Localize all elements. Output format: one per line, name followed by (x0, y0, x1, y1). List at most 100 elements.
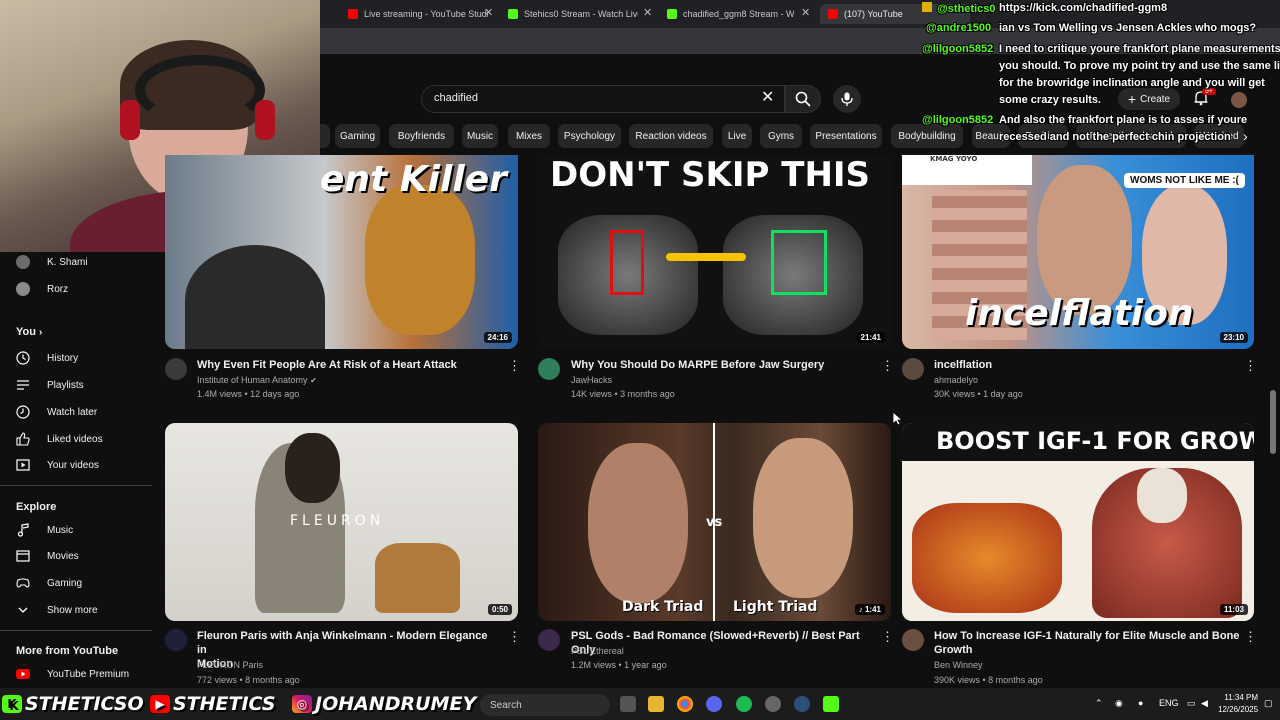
chip-label: Psychology (563, 130, 616, 142)
channel-avatar[interactable] (165, 629, 187, 651)
filter-chip[interactable]: Bodybuilding (891, 124, 963, 148)
video-title[interactable]: Why You Should Do MARPE Before Jaw Surge… (571, 358, 871, 372)
browser-tab[interactable]: chadified_ggm8 Stream - Watch (667, 4, 794, 24)
more-actions-icon[interactable]: ⋮ (508, 630, 521, 643)
filter-chip[interactable]: Reaction videos (629, 124, 713, 148)
notifications-icon[interactable]: ▢ (1264, 698, 1273, 709)
sidebar-subscription[interactable]: K. Shami (16, 252, 88, 272)
close-tab-icon[interactable]: ✕ (801, 6, 810, 19)
create-button[interactable]: + Create (1118, 88, 1180, 110)
video-thumbnail[interactable]: FLEURON 0:50 (165, 423, 518, 621)
file-explorer-icon[interactable] (648, 696, 664, 712)
close-tab-icon[interactable]: ✕ (643, 6, 652, 19)
taskbar-search[interactable]: Search (480, 694, 610, 716)
chevron-right-icon[interactable]: › (1243, 128, 1248, 144)
video-metadata: 772 views • 8 months ago (197, 675, 300, 685)
video-thumbnail[interactable]: ent Killer 24:16 (165, 155, 518, 349)
video-thumbnail[interactable]: KMAG YOYO WOMS NOT LIKE ME :( incelflati… (902, 155, 1254, 349)
sidebar-item-music[interactable]: Music (16, 520, 73, 540)
chat-badge-icon (922, 2, 932, 12)
sidebar-item-show-more[interactable]: Show more (16, 600, 98, 620)
brand-text: STHETICSO (25, 693, 144, 715)
sidebar-subscription[interactable]: Rorz (16, 279, 68, 299)
filter-chip[interactable]: Live (722, 124, 752, 148)
sidebar-you-heading[interactable]: You › (16, 326, 42, 338)
channel-avatar[interactable] (902, 629, 924, 651)
video-title[interactable]: Why Even Fit People Are At Risk of a Hea… (197, 358, 497, 372)
sidebar-item-movies[interactable]: Movies (16, 546, 79, 566)
filter-chip[interactable]: Mixes (508, 124, 550, 148)
tray-chevron-up-icon[interactable]: ⌃ (1095, 698, 1103, 709)
thumbnail-graphic (771, 230, 827, 295)
kick-icon (508, 9, 518, 19)
thumbnail-graphic (912, 503, 1062, 613)
chat-username: @lilgoon5852 (922, 43, 993, 55)
sidebar-item-gaming[interactable]: Gaming (16, 573, 82, 593)
filter-chip[interactable]: Boyfriends (389, 124, 454, 148)
channel-name[interactable]: JawHacks (571, 375, 612, 385)
sidebar-item-history[interactable]: History (16, 348, 78, 368)
plus-icon: + (1127, 91, 1137, 107)
task-view-icon[interactable] (620, 696, 636, 712)
video-title[interactable]: How To Increase IGF-1 Naturally for Elit… (934, 629, 1244, 657)
taskbar-clock[interactable]: 11:34 PM 12/26/2025 (1218, 692, 1258, 716)
app-icon[interactable] (794, 696, 810, 712)
chat-username-text: @andre1500 (926, 22, 992, 34)
filter-chip[interactable]: Presentations (810, 124, 882, 148)
tray-monitor-icon[interactable]: ▭ (1187, 698, 1196, 709)
filter-chip[interactable]: Gyms (760, 124, 802, 148)
more-actions-icon[interactable]: ⋮ (1244, 359, 1257, 372)
stream-brand-kick: K STHETICSO (2, 690, 144, 718)
video-thumbnail[interactable]: vs Dark Triad Light Triad ♪ 1:41 (538, 423, 891, 621)
chrome-icon[interactable] (677, 696, 693, 712)
channel-avatar[interactable] (538, 358, 560, 380)
thumbnail-caption: KMAG YOYO (930, 155, 978, 163)
chat-message-text: https://kick.com/chadified-ggm8 (999, 2, 1168, 14)
channel-avatar[interactable] (165, 358, 187, 380)
kick-app-icon[interactable] (823, 696, 839, 712)
channel-avatar[interactable] (902, 358, 924, 380)
channel-avatar[interactable] (538, 629, 560, 651)
tray-microphone-icon[interactable]: ● (1138, 698, 1143, 708)
thumbs-up-icon (16, 432, 30, 446)
language-indicator[interactable]: ENG (1159, 698, 1179, 708)
thumbnail-graphic (666, 253, 746, 261)
tray-network-icon[interactable]: ◉ (1115, 698, 1123, 709)
spotify-icon[interactable] (736, 696, 752, 712)
sidebar-item-liked-videos[interactable]: Liked videos (16, 429, 103, 449)
sidebar-item-youtube-premium[interactable]: YouTube Premium (16, 664, 129, 684)
sidebar-item-playlists[interactable]: Playlists (16, 375, 84, 395)
video-thumbnail[interactable]: DON'T SKIP THIS 21:41 (538, 155, 891, 349)
obs-icon[interactable] (765, 696, 781, 712)
clear-search-icon[interactable]: ✕ (761, 90, 774, 106)
sidebar-item-watch-later[interactable]: Watch later (16, 402, 97, 422)
close-tab-icon[interactable]: ✕ (484, 6, 493, 19)
discord-icon[interactable] (706, 696, 722, 712)
channel-name[interactable]: FLEURON Paris (197, 660, 263, 670)
more-actions-icon[interactable]: ⋮ (881, 630, 894, 643)
account-avatar[interactable] (1231, 92, 1247, 108)
tray-volume-icon[interactable]: ◀ (1201, 698, 1208, 709)
more-actions-icon[interactable]: ⋮ (508, 359, 521, 372)
video-title[interactable]: incelflation (934, 358, 1234, 372)
more-actions-icon[interactable]: ⋮ (1244, 630, 1257, 643)
browser-tab[interactable]: Stehics0 Stream - Watch Live o (508, 4, 638, 24)
filter-chip[interactable]: Music (462, 124, 498, 148)
page-scrollbar[interactable] (1270, 390, 1276, 454)
voice-search-button[interactable] (833, 85, 861, 113)
channel-name[interactable]: PSL Ethereal (571, 646, 624, 656)
chat-message: @sthetics0 (922, 2, 995, 15)
video-thumbnail[interactable]: BOOST IGF-1 FOR GROWTH 11:03 (902, 423, 1254, 621)
browser-tab[interactable]: Live streaming - YouTube Studio (348, 4, 488, 24)
filter-chip[interactable] (320, 124, 330, 148)
search-button[interactable] (785, 85, 821, 113)
filter-chip[interactable]: Psychology (558, 124, 621, 148)
tab-label: Stehics0 Stream - Watch Live o (524, 9, 638, 19)
channel-name[interactable]: Institute of Human Anatomy ✔ (197, 375, 317, 385)
filter-chip[interactable]: Gaming (335, 124, 380, 148)
more-actions-icon[interactable]: ⋮ (881, 359, 894, 372)
thumbnail-graphic (285, 433, 340, 503)
channel-name[interactable]: ahmadelyo (934, 375, 978, 385)
channel-name[interactable]: Ben Winney (934, 660, 983, 670)
sidebar-item-your-videos[interactable]: Your videos (16, 455, 99, 475)
